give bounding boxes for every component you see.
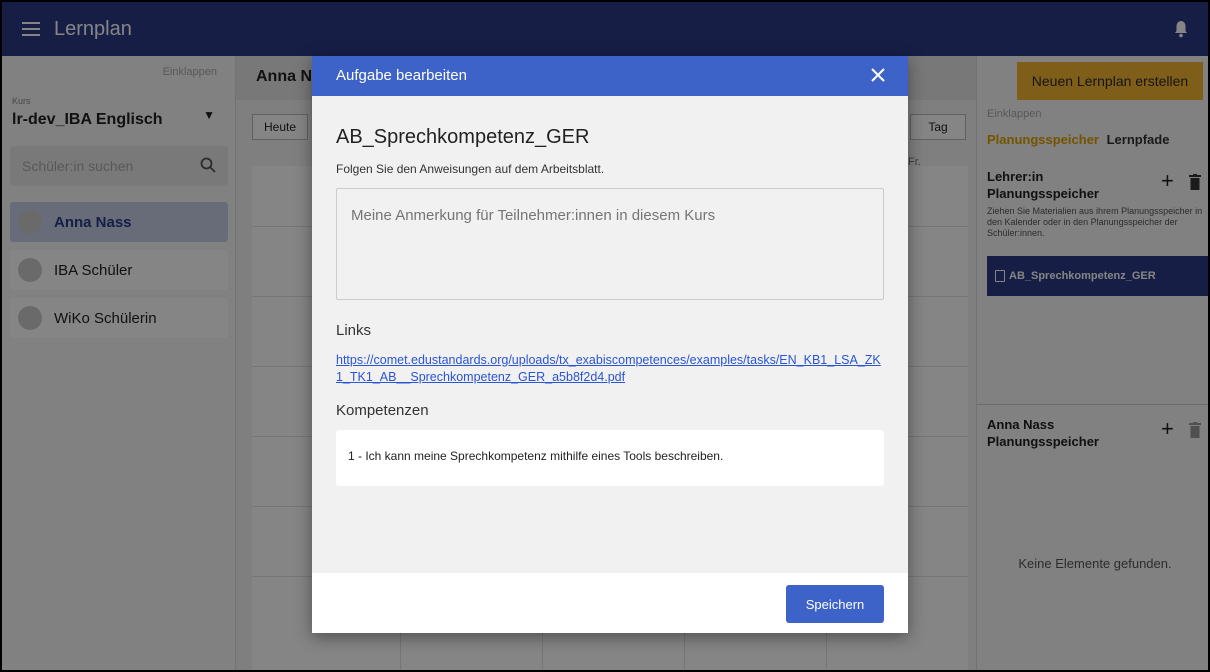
- task-description: Folgen Sie den Anweisungen auf dem Arbei…: [336, 162, 605, 176]
- dialog-body: AB_Sprechkompetenz_GER Folgen Sie den An…: [312, 96, 908, 573]
- close-icon[interactable]: [870, 67, 886, 83]
- edit-task-dialog: Aufgabe bearbeiten AB_Sprechkompetenz_GE…: [312, 56, 908, 633]
- dialog-title: Aufgabe bearbeiten: [336, 67, 467, 84]
- save-button[interactable]: Speichern: [786, 585, 884, 623]
- note-field[interactable]: [336, 188, 884, 300]
- dialog-header: Aufgabe bearbeiten: [312, 56, 908, 96]
- competences-heading: Kompetenzen: [336, 402, 429, 419]
- app-window: Lernplan Einklappen Kurs lr-dev_IBA Engl…: [0, 0, 1210, 672]
- links-heading: Links: [336, 322, 372, 339]
- task-title: AB_Sprechkompetenz_GER: [336, 126, 590, 148]
- competence-item: 1 - Ich kann meine Sprechkompetenz mithi…: [336, 430, 884, 486]
- worksheet-link[interactable]: https://comet.edustandards.org/uploads/t…: [336, 352, 884, 386]
- dialog-footer: Speichern: [312, 573, 908, 633]
